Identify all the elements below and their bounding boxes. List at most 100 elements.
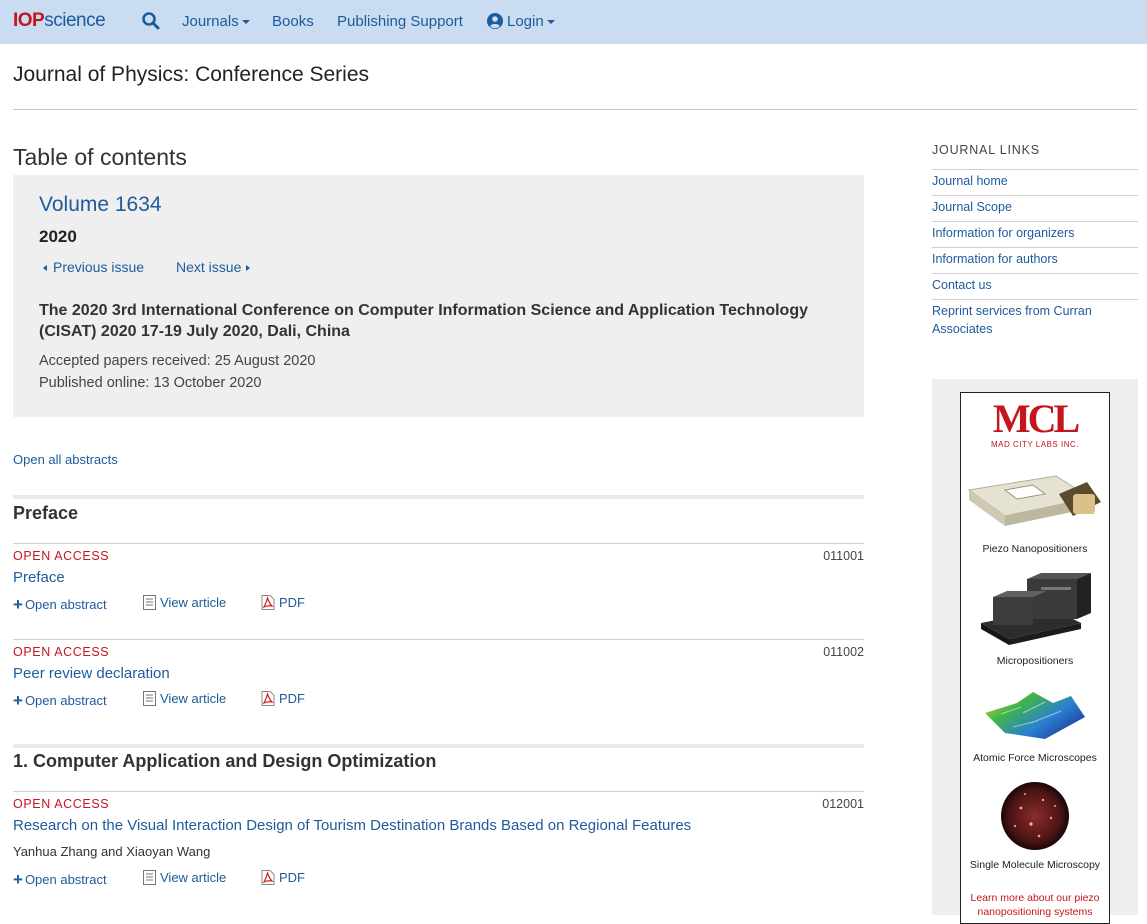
pdf-icon [261, 595, 275, 610]
journal-home-link[interactable]: Journal home [932, 174, 1008, 188]
document-icon [143, 595, 156, 610]
journal-scope-link[interactable]: Journal Scope [932, 200, 1012, 214]
logo-science-text: science [44, 10, 106, 31]
nav-journals-dropdown[interactable]: Journals [182, 13, 250, 30]
view-article-label: View article [160, 691, 227, 706]
journal-links-item: Contact us [932, 273, 1138, 299]
open-all-abstracts-link[interactable]: Open all abstracts [13, 452, 118, 467]
open-abstract-label: Open abstract [24, 872, 107, 887]
iopscience-logo[interactable]: IOPscience [13, 10, 106, 32]
view-article-link[interactable]: View article [143, 870, 226, 885]
open-access-badge: OPEN ACCESS [13, 797, 110, 811]
single-molecule-image [1001, 782, 1069, 850]
chevron-down-icon [241, 20, 250, 25]
info-organizers-link[interactable]: Information for organizers [932, 226, 1074, 240]
article-divider [13, 639, 864, 640]
previous-issue-label: Previous issue [53, 259, 145, 275]
pdf-icon [261, 870, 275, 885]
article-authors: Yanhua Zhang and Xiaoyan Wang [13, 844, 211, 859]
article-title-link[interactable]: Research on the Visual Interaction Desig… [13, 817, 691, 834]
published-date: Published online: 13 October 2020 [39, 375, 262, 391]
chevron-down-icon [546, 20, 555, 25]
section-divider [13, 495, 864, 499]
section-title: Preface [13, 503, 79, 523]
caret-left-icon [43, 265, 47, 272]
nav-login-dropdown[interactable]: Login [487, 13, 555, 30]
open-access-badge: OPEN ACCESS [13, 549, 110, 563]
nav-login-label: Login [507, 13, 544, 30]
journal-links-item: Journal Scope [932, 195, 1138, 221]
plus-icon: + [13, 870, 23, 889]
pdf-label: PDF [279, 595, 305, 610]
section-title: 1. Computer Application and Design Optim… [13, 751, 437, 771]
contact-us-link[interactable]: Contact us [932, 278, 992, 292]
view-article-label: View article [160, 595, 227, 610]
info-authors-link[interactable]: Information for authors [932, 252, 1058, 266]
previous-issue-link[interactable]: Previous issue [43, 259, 144, 275]
open-abstract-button[interactable]: + Open abstract [13, 595, 107, 615]
top-navbar: IOPscience Journals Books Publishing Sup… [0, 0, 1147, 44]
plus-icon: + [13, 595, 23, 614]
caret-right-icon [246, 265, 251, 272]
pdf-icon [261, 691, 275, 706]
pdf-link[interactable]: PDF [261, 870, 305, 885]
journal-links-heading: JOURNAL LINKS [932, 143, 1040, 157]
article-number: 012001 [822, 797, 864, 811]
ad-caption: Single Molecule Microscopy [969, 859, 1101, 871]
micropositioner-image [981, 573, 1091, 645]
ad-caption: Atomic Force Microscopes [973, 752, 1097, 764]
journal-links-list: Journal home Journal Scope Information f… [932, 169, 1138, 343]
open-abstract-button[interactable]: + Open abstract [13, 870, 107, 890]
open-abstract-label: Open abstract [24, 693, 107, 708]
reprint-services-link[interactable]: Reprint services from Curran Associates [932, 304, 1092, 336]
view-article-link[interactable]: View article [143, 595, 226, 610]
pdf-link[interactable]: PDF [261, 595, 305, 610]
afm-surface-image [985, 692, 1085, 739]
open-abstract-button[interactable]: + Open abstract [13, 691, 107, 711]
nav-books-link[interactable]: Books [272, 13, 314, 30]
article-title-link[interactable]: Preface [13, 569, 65, 586]
open-abstract-label: Open abstract [24, 597, 107, 612]
mcl-logo: MCL [992, 396, 1080, 441]
ad-caption: Micropositioners [996, 655, 1074, 667]
next-issue-link[interactable]: Next issue [176, 259, 251, 275]
article-number: 011002 [823, 645, 864, 659]
header-divider [13, 109, 1137, 110]
journal-links-item: Reprint services from Curran Associates [932, 299, 1138, 343]
article-divider [13, 543, 864, 544]
journal-title: Journal of Physics: Conference Series [13, 63, 370, 86]
open-access-badge: OPEN ACCESS [13, 645, 110, 659]
volume-info-panel: Volume 1634 2020 Previous issue Next iss… [13, 175, 864, 417]
accepted-date: Accepted papers received: 25 August 2020 [39, 353, 316, 369]
mcl-company-name: MAD CITY LABS INC. [991, 440, 1079, 449]
nav-publishing-support-link[interactable]: Publishing Support [337, 13, 463, 30]
ad-caption: Piezo Nanopositioners [982, 543, 1088, 555]
pdf-link[interactable]: PDF [261, 691, 305, 706]
pdf-label: PDF [279, 691, 305, 706]
volume-year: 2020 [39, 227, 77, 246]
next-issue-label: Next issue [176, 259, 242, 275]
document-icon [143, 870, 156, 885]
pdf-label: PDF [279, 870, 305, 885]
mad-city-labs-ad[interactable]: MCL MAD CITY LABS INC. Piezo Nanopositio… [960, 392, 1110, 924]
document-icon [143, 691, 156, 706]
journal-links-item: Information for authors [932, 247, 1138, 273]
section-divider [13, 744, 864, 748]
user-circle-icon [487, 13, 503, 29]
logo-iop-text: IOP [13, 10, 45, 31]
volume-title[interactable]: Volume 1634 [39, 193, 162, 217]
article-title-link[interactable]: Peer review declaration [13, 665, 170, 682]
piezo-stage-image [967, 475, 1101, 526]
view-article-label: View article [160, 870, 227, 885]
advertisement-container: MCL MAD CITY LABS INC. Piezo Nanopositio… [932, 379, 1138, 924]
journal-links-item: Journal home [932, 169, 1138, 195]
nav-journals-label: Journals [182, 13, 239, 30]
conference-title: The 2020 3rd International Conference on… [39, 302, 808, 340]
search-icon[interactable] [141, 11, 161, 31]
article-divider [13, 791, 864, 792]
view-article-link[interactable]: View article [143, 691, 226, 706]
plus-icon: + [13, 691, 23, 710]
journal-links-item: Information for organizers [932, 221, 1138, 247]
table-of-contents-heading: Table of contents [13, 144, 187, 170]
article-number: 011001 [823, 549, 864, 563]
